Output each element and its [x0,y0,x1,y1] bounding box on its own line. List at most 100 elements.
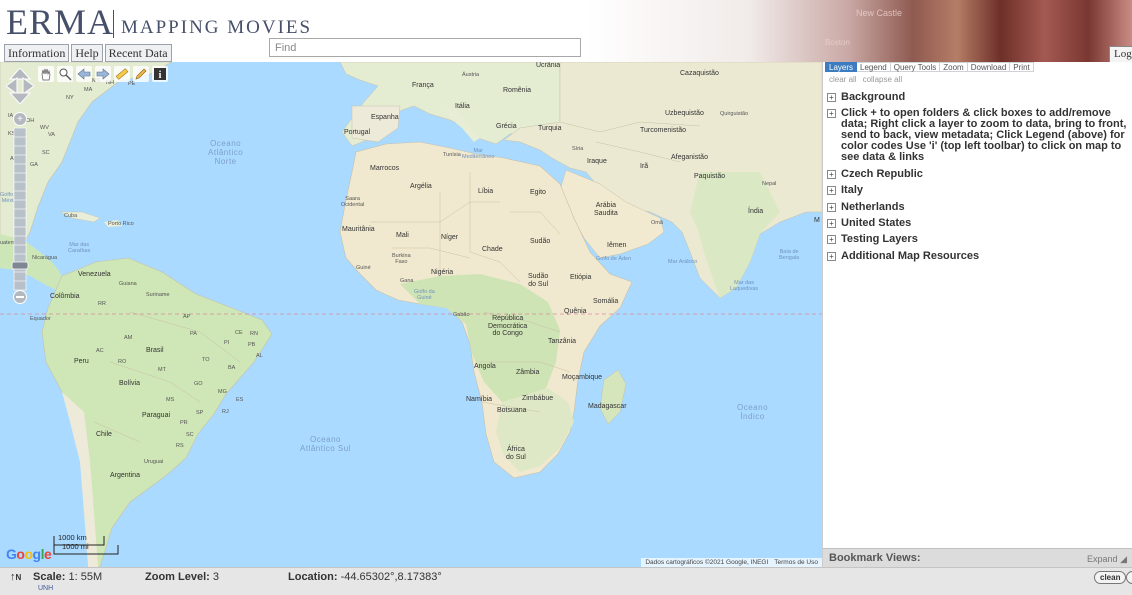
layer-folder-background[interactable]: + Background [827,92,1132,103]
measure-ruler-icon[interactable] [114,66,130,82]
map-view[interactable]: França Áustria Ucrânia Cazaquistão Romên… [0,62,822,567]
map-label: SC [42,150,50,156]
clear-all-link[interactable]: clear all [829,75,857,84]
layer-folder-additional-map-resources[interactable]: + Additional Map Resources [827,250,1132,262]
expand-plus-icon[interactable]: + [827,93,836,102]
map-label: Peru [74,358,89,365]
map-label: Sudão [530,238,551,245]
map-label: WV [40,125,49,131]
ocean-label-line: Atlântico [208,148,244,158]
map-label: BA [228,365,236,371]
map-label: Ucrânia [536,62,561,69]
tab-print[interactable]: Print [1010,62,1034,72]
layer-folder-italy[interactable]: + Italy [827,185,1132,196]
map-toolbar: i [38,66,168,82]
map-label: MG [218,389,227,395]
pan-control[interactable] [6,68,34,104]
expand-plus-icon[interactable]: + [827,235,836,245]
google-logo[interactable]: Google [6,546,52,562]
expand-plus-icon[interactable]: + [827,218,836,228]
map-label: SC [186,432,194,438]
layer-tree: + Background + Click + to open folders & c… [827,92,1132,267]
tab-layers[interactable]: Layers [825,62,858,72]
pan-left-icon [6,77,18,95]
location-label: Location: [288,571,338,583]
logo-divider [113,10,114,38]
clean-button[interactable]: clean [1094,571,1127,584]
back-arrow-icon[interactable] [76,66,92,82]
tab-download[interactable]: Download [967,62,1011,72]
pan-right-icon [22,77,34,95]
map-label: Guiné [356,265,371,271]
find-input[interactable] [269,38,581,57]
ocean-label-line: Oceano [210,139,242,148]
map-label: Mauritânia [342,226,375,233]
ocean-label-line: Índico [740,412,765,422]
map-label: AC [96,348,104,354]
map-canvas[interactable] [0,62,822,567]
extra-button[interactable] [1126,571,1132,584]
zoom-level-value: 3 [212,571,219,583]
collapse-all-link[interactable]: collapse all [863,75,903,84]
map-label: Brasil [146,347,164,354]
tab-query-tools[interactable]: Query Tools [890,62,941,72]
map-label: Iraque [587,158,607,165]
map-label: Moçambique [562,374,603,381]
layer-folder-instructions[interactable]: + Click + to open folders & click boxes t… [827,108,1132,163]
banner-caption: Boston [825,38,850,47]
sea-label-line: Guiné [417,295,432,302]
terms-link[interactable]: Termos de Uso [774,559,818,566]
map-label: Angola [474,363,496,370]
map-label: Marrocos [370,165,400,172]
map-label: Síria [572,146,584,152]
map-label: Argentina [110,472,140,479]
panel-tabs: Layers Legend Query Tools Zoom Download … [825,62,1034,72]
map-label: Áustria [462,72,480,78]
map-label: Madagascar [588,403,627,410]
expand-plus-icon[interactable]: + [827,202,836,212]
bookmark-expand-button[interactable]: Expand ◢ [1087,554,1127,565]
pan-hand-icon[interactable] [38,66,54,82]
forward-arrow-icon[interactable] [95,66,111,82]
layer-folder-testing-layers[interactable]: + Testing Layers [827,234,1132,245]
layer-folder-czech-republic[interactable]: + Czech Republic [827,168,1132,180]
ocean-label-line: Atlântico Sul [300,444,351,454]
map-label: RN [250,331,258,337]
draw-pencil-icon[interactable] [133,66,149,82]
info-icon[interactable]: i [152,66,168,82]
layer-folder-netherlands[interactable]: + Netherlands [827,201,1132,213]
map-label: Argélia [410,183,432,190]
map-label: França [412,82,434,89]
expand-plus-icon[interactable]: + [827,169,836,179]
expand-plus-icon[interactable]: + [827,186,836,196]
tab-legend[interactable]: Legend [857,62,891,72]
map-label: Chade [482,246,503,253]
layer-label: Italy [841,184,864,197]
menu-tab-recent-data[interactable]: Recent Data [104,44,172,62]
map-label: MA [84,87,93,93]
menu-tab-information[interactable]: Information [4,44,70,62]
map-label: Bolívia [119,380,141,387]
logo-subtitle: MAPPING MOVIES [121,17,313,38]
zoom-handle [11,261,29,270]
layer-folder-united-states[interactable]: + United States [827,216,1132,229]
map-label: PI [224,340,230,346]
zoom-slider[interactable]: + [10,112,30,304]
map-label: Índia [748,208,764,215]
header: New Castle Boston ERMA MAPPING MOVIES In… [0,0,1132,62]
layer-label: United States [841,216,912,229]
menu-tab-help[interactable]: Help [71,44,103,62]
sea-label: Mar das Caraíbas [68,242,90,254]
map-label: Suriname [146,292,170,298]
map-label: RS [176,443,184,449]
ocean-label-line: Oceano [737,403,769,412]
tab-zoom[interactable]: Zoom [940,62,968,72]
org-label: UNH [38,585,54,592]
pan-up-icon [8,68,32,80]
expand-plus-icon[interactable]: + [827,251,836,261]
expand-plus-icon[interactable]: + [827,109,836,119]
map-label: Mali [396,232,409,239]
login-button[interactable]: Logi [1109,46,1132,62]
banner-caption: New Castle [856,8,903,18]
zoom-box-icon[interactable] [57,66,73,82]
